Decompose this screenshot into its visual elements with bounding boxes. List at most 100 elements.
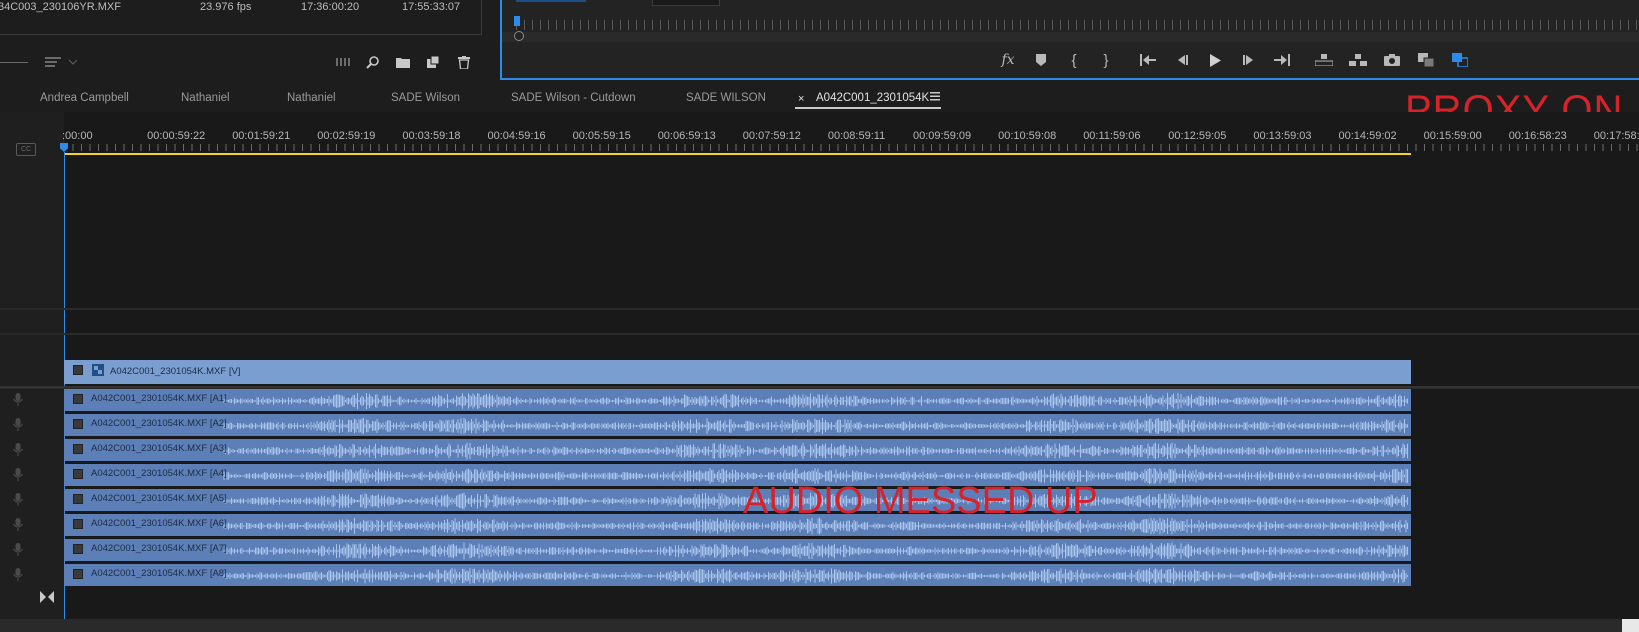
monitor-ruler [516,20,1639,30]
audio-clip-a3[interactable]: A042C001_2301054K.MXF [A3] [64,439,1411,461]
marker-icon[interactable] [1029,50,1053,70]
clip-label: A042C001_2301054K.MXF [A5] [91,493,227,504]
captions-icon[interactable]: CC [16,143,36,156]
mark-in-icon[interactable]: { [1062,50,1086,70]
tab-sade-wilson-cutdown[interactable]: SADE Wilson - Cutdown [511,92,636,104]
zoom-handle-icon[interactable] [514,31,524,41]
play-icon[interactable] [1203,50,1227,70]
monitor-scrollbar[interactable] [502,32,1639,42]
voiceover-mic-icon[interactable] [12,468,24,482]
fit-dropdown[interactable] [652,0,720,6]
fx-badge-icon [73,494,83,504]
tab-menu-icon[interactable] [930,91,940,104]
ruler-timecode: 00:06:59:13 [657,130,716,142]
ruler-timecode: 00:10:59:08 [998,130,1057,142]
timecode-readout[interactable] [516,0,586,2]
clip-start-tc: 17:36:00:20 [301,1,360,13]
search-icon[interactable] [364,53,382,71]
ruler-timecode: 00:16:58:23 [1508,130,1567,142]
video-clip-v1[interactable]: A042C001_2301054K.MXF [V] [64,360,1411,384]
voiceover-mic-icon[interactable] [12,443,24,457]
clip-label: A042C001_2301054K.MXF [A8] [91,568,227,579]
tab-sade-wilson[interactable]: SADE Wilson [391,92,460,104]
audio-waveform [223,542,1408,560]
audio-waveform [223,442,1408,460]
go-to-in-icon[interactable] [1136,50,1160,70]
clip-label: A042C001_2301054K.MXF [A6] [91,518,227,529]
timeline-scrollbar[interactable] [0,619,1639,632]
new-bin-icon[interactable] [394,53,412,71]
fx-badge-icon [73,419,83,429]
audio-clip-a8[interactable]: A042C001_2301054K.MXF [A8] [64,564,1411,586]
sort-icon[interactable] [44,53,62,71]
clip-label: A042C001_2301054K.MXF [A7] [91,543,227,554]
ruler-timecode: 00:07:59:12 [742,130,801,142]
fx-icon[interactable]: fx [996,50,1020,70]
work-area-bar[interactable] [64,153,1411,155]
active-tab-underline [795,107,941,109]
audio-clip-a1[interactable]: A042C001_2301054K.MXF [A1] [64,389,1411,411]
tab-a042c001[interactable]: A042C001_2301054K [816,92,929,104]
voiceover-mic-icon[interactable] [12,493,24,507]
proxy-toggle-icon[interactable] [1448,50,1472,70]
ruler-timecode: 00:05:59:15 [572,130,631,142]
step-forward-icon[interactable] [1237,50,1261,70]
mark-out-icon[interactable]: } [1094,50,1118,70]
fx-badge-icon [73,519,83,529]
sequence-tab-bar: Andrea Campbell Nathaniel Nathaniel SADE… [0,84,1639,112]
clip-label: A042C001_2301054K.MXF [A2] [91,418,227,429]
fx-badge-icon [73,544,83,554]
project-panel: 34C003_230106YR.MXF 23.976 fps 17:36:00:… [0,0,482,80]
project-clip-row[interactable]: 34C003_230106YR.MXF 23.976 fps 17:36:00:… [0,0,470,18]
voiceover-mic-icon[interactable] [12,543,24,557]
clip-fps: 23.976 fps [200,1,252,13]
audio-clip-a5[interactable]: A042C001_2301054K.MXF [A5] [64,489,1411,511]
chevron-down-icon[interactable] [64,53,82,71]
ruler-timecode: 00:04:59:16 [487,130,546,142]
automate-icon[interactable] [335,53,353,71]
audio-waveform [223,392,1408,410]
track-headers [0,112,64,632]
ruler-timecode: 00:15:59:00 [1423,130,1482,142]
track-divider [0,308,1639,310]
clip-label: A042C001_2301054K.MXF [V] [110,366,241,377]
voiceover-mic-icon[interactable] [12,418,24,432]
comparison-view-icon[interactable] [1414,50,1438,70]
audio-clip-a7[interactable]: A042C001_2301054K.MXF [A7] [64,539,1411,561]
lift-icon[interactable] [1312,50,1336,70]
camera-icon[interactable] [1380,50,1404,70]
tab-nathaniel-2[interactable]: Nathaniel [287,92,336,104]
tab-sade-wilson-caps[interactable]: SADE WILSON [686,92,766,104]
step-back-icon[interactable] [1170,50,1194,70]
zoom-slider[interactable] [0,62,28,63]
program-monitor: fx { } [500,0,1639,80]
scrollbar-thumb[interactable] [1622,619,1639,632]
ruler-timecode: 00:01:59:21 [232,130,291,142]
audio-waveform [223,567,1408,585]
go-to-out-icon[interactable] [1270,50,1294,70]
audio-clip-a2[interactable]: A042C001_2301054K.MXF [A2] [64,414,1411,436]
trash-icon[interactable] [455,53,473,71]
voiceover-mic-icon[interactable] [12,393,24,407]
voiceover-mic-icon[interactable] [12,518,24,532]
ruler-timecode: 00:03:59:18 [402,130,461,142]
clip-label: A042C001_2301054K.MXF [A3] [91,443,227,454]
clip-label: A042C001_2301054K.MXF [A4] [91,468,227,479]
voiceover-mic-icon[interactable] [12,568,24,582]
close-tab-icon[interactable]: × [798,93,804,105]
ruler-timecode: 00:00:59:22 [147,130,206,142]
audio-clip-a6[interactable]: A042C001_2301054K.MXF [A6] [64,514,1411,536]
fx-badge-icon [73,365,83,375]
new-item-icon[interactable] [424,53,442,71]
clip-label: A042C001_2301054K.MXF [A1] [91,393,227,404]
audio-clip-a4[interactable]: A042C001_2301054K.MXF [A4] [64,464,1411,486]
monitor-playhead[interactable] [514,16,520,26]
tab-nathaniel-1[interactable]: Nathaniel [181,92,230,104]
ruler-timecode: 00:14:59:02 [1338,130,1397,142]
timeline-zoom-icon[interactable] [40,590,54,603]
tab-andrea-campbell[interactable]: Andrea Campbell [40,92,129,104]
ruler-timecode: 00:02:59:19 [317,130,376,142]
extract-icon[interactable] [1346,50,1370,70]
audio-waveform [223,417,1408,435]
ruler-timecode: 00:17:58:22 [1593,130,1639,142]
